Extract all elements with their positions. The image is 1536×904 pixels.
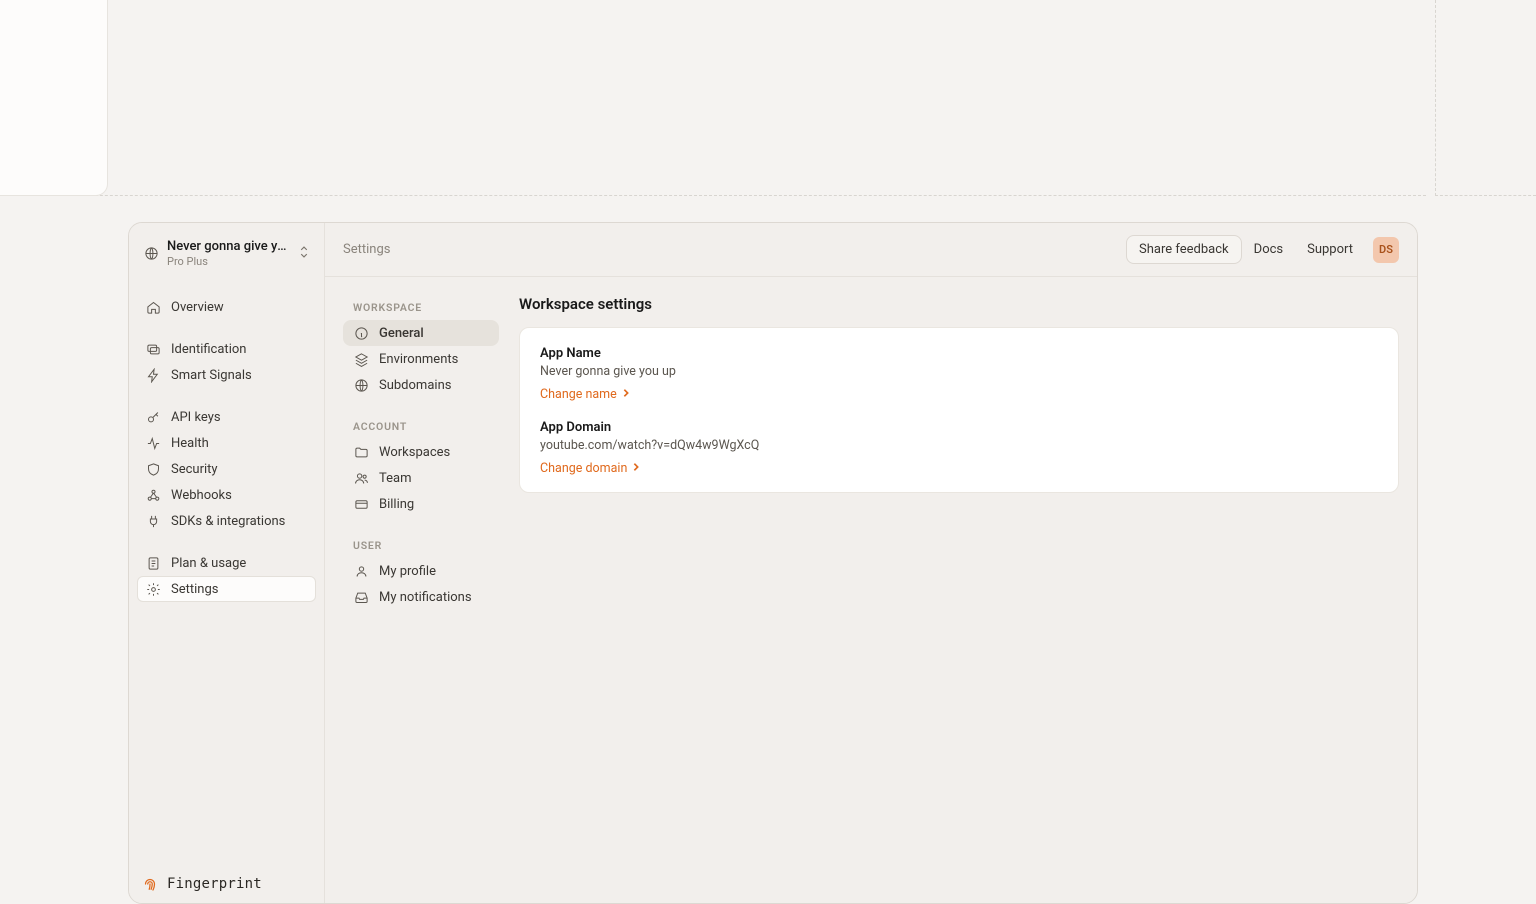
sidebar: Never gonna give yo… Pro Plus Overview I… (129, 223, 325, 903)
sidebar-footer: Fingerprint (137, 869, 316, 895)
chevron-right-icon (631, 461, 641, 476)
settings-subnav: WORKSPACE General Environments Subdomain… (343, 295, 499, 885)
brand-name: Fingerprint (167, 876, 262, 892)
user-icon (353, 563, 369, 579)
subnav-general[interactable]: General (343, 320, 499, 346)
nav-security[interactable]: Security (137, 456, 316, 482)
subnav-team[interactable]: Team (343, 465, 499, 491)
subnav-label: My notifications (379, 590, 472, 605)
plug-icon (145, 513, 161, 529)
folder-icon (353, 444, 369, 460)
background-card (0, 0, 108, 196)
action-link-label: Change name (540, 387, 617, 402)
inbox-icon (353, 589, 369, 605)
globe-icon (353, 377, 369, 393)
action-link-label: Change domain (540, 461, 627, 476)
info-icon (353, 325, 369, 341)
app-name-label: App Name (540, 346, 1378, 361)
shield-icon (145, 461, 161, 477)
bolt-icon (145, 367, 161, 383)
app-name-field: App Name Never gonna give you up Change … (540, 346, 1378, 402)
subnav-my-notifications[interactable]: My notifications (343, 584, 499, 610)
workspace-settings-panel: App Name Never gonna give you up Change … (519, 327, 1399, 493)
body: WORKSPACE General Environments Subdomain… (325, 277, 1417, 903)
subnav-section-user: USER (343, 533, 499, 558)
workspace-info: Never gonna give yo… Pro Plus (167, 239, 290, 268)
nav-health[interactable]: Health (137, 430, 316, 456)
subnav-label: General (379, 326, 424, 341)
app-name-value: Never gonna give you up (540, 364, 1378, 379)
key-icon (145, 409, 161, 425)
users-icon (353, 470, 369, 486)
share-feedback-button[interactable]: Share feedback (1126, 235, 1242, 264)
nav-label: Smart Signals (171, 368, 252, 383)
app-domain-label: App Domain (540, 420, 1378, 435)
nav-webhooks[interactable]: Webhooks (137, 482, 316, 508)
webhook-icon (145, 487, 161, 503)
subnav-section-account: ACCOUNT (343, 414, 499, 439)
content: Workspace settings App Name Never gonna … (519, 295, 1399, 885)
docs-link[interactable]: Docs (1242, 236, 1295, 263)
nav-label: API keys (171, 410, 221, 425)
change-domain-link[interactable]: Change domain (540, 461, 641, 476)
chevron-right-icon (621, 387, 631, 402)
workspace-switcher[interactable]: Never gonna give yo… Pro Plus (137, 233, 316, 274)
subnav-label: Environments (379, 352, 458, 367)
page-title: Workspace settings (519, 295, 1399, 313)
nav-smart-signals[interactable]: Smart Signals (137, 362, 316, 388)
nav-identification[interactable]: Identification (137, 336, 316, 362)
nav-group-overview: Overview (137, 294, 316, 320)
subnav-subdomains[interactable]: Subdomains (343, 372, 499, 398)
subnav-label: Subdomains (379, 378, 451, 393)
receipt-icon (145, 555, 161, 571)
nav-label: SDKs & integrations (171, 514, 285, 529)
nav-label: Overview (171, 300, 224, 315)
fingerprint-logo-icon (141, 875, 159, 893)
nav-group-signals: Identification Smart Signals (137, 336, 316, 388)
nav-settings[interactable]: Settings (137, 576, 316, 602)
workspace-name: Never gonna give yo… (167, 239, 290, 254)
subnav-workspaces[interactable]: Workspaces (343, 439, 499, 465)
workspace-plan: Pro Plus (167, 255, 290, 268)
nav-group-config: API keys Health Security Webhooks SDKs &… (137, 404, 316, 534)
subnav-my-profile[interactable]: My profile (343, 558, 499, 584)
nav-api-keys[interactable]: API keys (137, 404, 316, 430)
app-domain-value: youtube.com/watch?v=dQw4w9WgXcQ (540, 438, 1378, 453)
home-icon (145, 299, 161, 315)
subnav-section-workspace: WORKSPACE (343, 295, 499, 320)
nav-label: Security (171, 462, 218, 477)
subnav-billing[interactable]: Billing (343, 491, 499, 517)
chevron-updown-icon (298, 244, 310, 263)
stack-icon (353, 351, 369, 367)
user-avatar[interactable]: DS (1373, 237, 1399, 263)
card-icon (353, 496, 369, 512)
subnav-label: Team (379, 471, 412, 486)
subnav-label: Billing (379, 497, 414, 512)
nav-label: Health (171, 436, 209, 451)
nav-label: Identification (171, 342, 246, 357)
background-decoration (0, 0, 1536, 220)
nav-plan-usage[interactable]: Plan & usage (137, 550, 316, 576)
subnav-label: Workspaces (379, 445, 450, 460)
breadcrumb: Settings (343, 242, 390, 257)
gear-icon (145, 581, 161, 597)
app-domain-field: App Domain youtube.com/watch?v=dQw4w9WgX… (540, 420, 1378, 476)
nav-label: Plan & usage (171, 556, 246, 571)
topbar: Settings Share feedback Docs Support DS (325, 223, 1417, 277)
nav-overview[interactable]: Overview (137, 294, 316, 320)
subnav-environments[interactable]: Environments (343, 346, 499, 372)
nav-group-account: Plan & usage Settings (137, 550, 316, 602)
change-name-link[interactable]: Change name (540, 387, 631, 402)
globe-icon (143, 246, 159, 262)
nav-sdks[interactable]: SDKs & integrations (137, 508, 316, 534)
nav-label: Settings (171, 582, 218, 597)
main: Settings Share feedback Docs Support DS … (325, 223, 1417, 903)
app-shell: Never gonna give yo… Pro Plus Overview I… (128, 222, 1418, 904)
support-link[interactable]: Support (1295, 236, 1365, 263)
nav-label: Webhooks (171, 488, 232, 503)
activity-icon (145, 435, 161, 451)
identification-icon (145, 341, 161, 357)
subnav-label: My profile (379, 564, 436, 579)
